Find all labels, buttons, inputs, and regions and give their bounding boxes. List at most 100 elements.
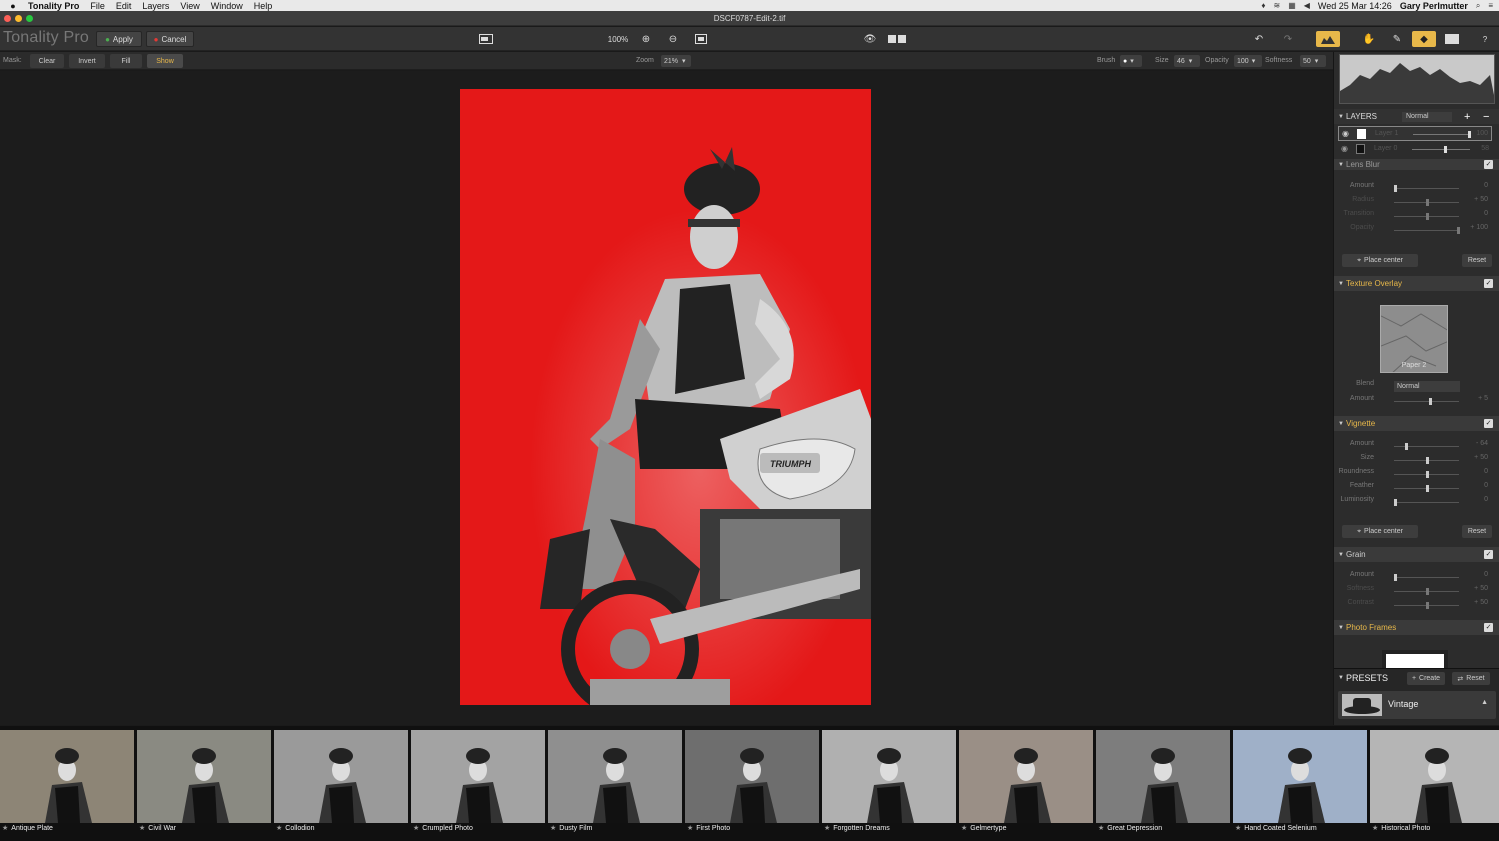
preset-label[interactable]: ★ Crumpled Photo: [413, 824, 473, 832]
slider-knob[interactable]: [1468, 131, 1471, 138]
layer-row[interactable]: ◉ Layer 0 58: [1338, 142, 1492, 157]
grain-header[interactable]: ▼ Grain ✓: [1334, 547, 1499, 562]
favorite-star-icon[interactable]: ★: [550, 825, 556, 832]
notification-icon[interactable]: ≡: [1488, 1, 1493, 10]
slider-knob[interactable]: [1457, 227, 1460, 234]
favorite-star-icon[interactable]: ★: [687, 825, 693, 832]
minimize-window-icon[interactable]: [15, 15, 22, 22]
slider-knob[interactable]: [1425, 485, 1429, 492]
menu-user[interactable]: Gary Perlmutter: [1400, 1, 1468, 11]
vignette-header[interactable]: ▼ Vignette ✓: [1334, 416, 1499, 431]
texture-amount-slider[interactable]: [1394, 401, 1459, 402]
favorite-star-icon[interactable]: ★: [2, 825, 8, 832]
lens-blur-reset-button[interactable]: Reset: [1462, 254, 1492, 267]
menu-file[interactable]: File: [90, 1, 105, 11]
favorite-star-icon[interactable]: ★: [1235, 825, 1241, 832]
vignette-luminosity-slider[interactable]: [1394, 502, 1459, 503]
preset-thumbnail[interactable]: [959, 730, 1093, 823]
slider-knob[interactable]: [1425, 199, 1429, 206]
favorite-star-icon[interactable]: ★: [1372, 825, 1378, 832]
slider-knob[interactable]: [1394, 185, 1397, 192]
preset-label[interactable]: ★ Gelmertype: [961, 824, 1006, 832]
compare-view-icon[interactable]: [474, 31, 498, 47]
vignette-enable-checkbox[interactable]: ✓: [1484, 419, 1493, 428]
lens-blur-enable-checkbox[interactable]: ✓: [1484, 160, 1493, 169]
apple-icon[interactable]: ●: [6, 1, 20, 11]
zoom-select[interactable]: 21% ▾: [661, 55, 691, 67]
menu-app-name[interactable]: Tonality Pro: [28, 1, 79, 11]
slider-knob[interactable]: [1425, 213, 1429, 220]
preset-thumbnail[interactable]: [822, 730, 956, 823]
softness-field[interactable]: 50 ▾: [1300, 55, 1326, 67]
hand-tool-icon[interactable]: ✋: [1357, 31, 1381, 47]
slider-knob[interactable]: [1425, 457, 1429, 464]
preset-label[interactable]: ★ First Photo: [687, 824, 730, 832]
wifi-icon[interactable]: ≋: [1274, 1, 1281, 10]
spotlight-icon[interactable]: ⌕: [1476, 1, 1480, 11]
preset-thumbnail[interactable]: [1370, 730, 1499, 823]
zoom-out-icon[interactable]: ⊖: [661, 31, 685, 47]
preset-label[interactable]: ★ Antique Plate: [2, 824, 53, 832]
add-layer-icon[interactable]: +: [1464, 111, 1470, 123]
mask-show-button[interactable]: Show: [147, 54, 183, 68]
photo-with-red-mask[interactable]: TRIUMPH: [460, 89, 871, 705]
menu-edit[interactable]: Edit: [116, 1, 132, 11]
photo-frames-enable-checkbox[interactable]: ✓: [1484, 623, 1493, 632]
size-field[interactable]: 46 ▾: [1174, 55, 1200, 67]
lens-opacity-slider[interactable]: [1394, 230, 1459, 231]
menu-window[interactable]: Window: [211, 1, 243, 11]
layers-header[interactable]: ▼ LAYERS Normal + −: [1334, 109, 1499, 124]
favorite-star-icon[interactable]: ★: [413, 825, 419, 832]
place-center-button[interactable]: ⌖ Place center: [1342, 254, 1418, 267]
mask-fill-button[interactable]: Fill: [110, 54, 142, 68]
menu-help[interactable]: Help: [254, 1, 273, 11]
mask-clear-button[interactable]: Clear: [30, 54, 64, 68]
layer-opacity-slider[interactable]: [1413, 134, 1471, 135]
dropbox-icon[interactable]: ♦: [1261, 1, 1265, 10]
favorite-star-icon[interactable]: ★: [276, 825, 282, 832]
frame-thumbnail[interactable]: [1382, 650, 1448, 670]
grain-amount-slider[interactable]: [1394, 577, 1459, 578]
vignette-reset-button[interactable]: Reset: [1462, 525, 1492, 538]
zoom-100-button[interactable]: 100%: [605, 31, 631, 47]
flag-icon[interactable]: ▦: [1288, 1, 1296, 10]
favorite-star-icon[interactable]: ★: [139, 825, 145, 832]
layer-blend-select[interactable]: Normal: [1402, 111, 1452, 122]
favorite-star-icon[interactable]: ★: [1098, 825, 1104, 832]
preset-thumbnail[interactable]: [548, 730, 682, 823]
apply-button[interactable]: ● Apply: [96, 31, 142, 47]
gradient-tool-icon[interactable]: [1440, 31, 1464, 47]
preset-thumbnail[interactable]: [0, 730, 134, 823]
opacity-field[interactable]: 100 ▾: [1234, 55, 1262, 67]
preset-label[interactable]: ★ Historical Photo: [1372, 824, 1430, 832]
vignette-amount-slider[interactable]: [1394, 446, 1459, 447]
preset-thumbnail[interactable]: [1233, 730, 1367, 823]
preset-label[interactable]: ★ Collodion: [276, 824, 314, 832]
layer-row[interactable]: ◉ Layer 1 100: [1338, 126, 1492, 141]
reset-presets-button[interactable]: ⇄ Reset: [1452, 672, 1490, 685]
photo-frames-header[interactable]: ▼ Photo Frames ✓: [1334, 620, 1499, 635]
preset-label[interactable]: ★ Dusty Film: [550, 824, 592, 832]
preset-label[interactable]: ★ Civil War: [139, 824, 176, 832]
preset-thumbnail[interactable]: [685, 730, 819, 823]
cancel-button[interactable]: ● Cancel: [146, 31, 194, 47]
remove-layer-icon[interactable]: −: [1483, 111, 1489, 123]
texture-blend-select[interactable]: Normal: [1394, 381, 1460, 392]
texture-enable-checkbox[interactable]: ✓: [1484, 279, 1493, 288]
create-preset-button[interactable]: + Create: [1407, 672, 1445, 685]
texture-thumbnail[interactable]: Paper 2: [1380, 305, 1448, 373]
split-view-icon[interactable]: [885, 31, 909, 47]
slider-knob[interactable]: [1428, 398, 1432, 405]
slider-knob[interactable]: [1405, 443, 1409, 450]
lens-amount-slider[interactable]: [1394, 188, 1459, 189]
texture-overlay-header[interactable]: ▼ Texture Overlay ✓: [1334, 276, 1499, 291]
slider-knob[interactable]: [1425, 588, 1429, 595]
undo-icon[interactable]: ↶: [1247, 31, 1271, 47]
redo-icon[interactable]: ↷: [1276, 31, 1300, 47]
menu-view[interactable]: View: [180, 1, 199, 11]
eraser-tool-icon[interactable]: ◆: [1412, 31, 1436, 47]
mask-invert-button[interactable]: Invert: [69, 54, 105, 68]
preset-category-select[interactable]: Vintage ▲: [1338, 691, 1496, 719]
layer-opacity-slider[interactable]: [1412, 149, 1470, 150]
preset-thumbnail[interactable]: [411, 730, 545, 823]
